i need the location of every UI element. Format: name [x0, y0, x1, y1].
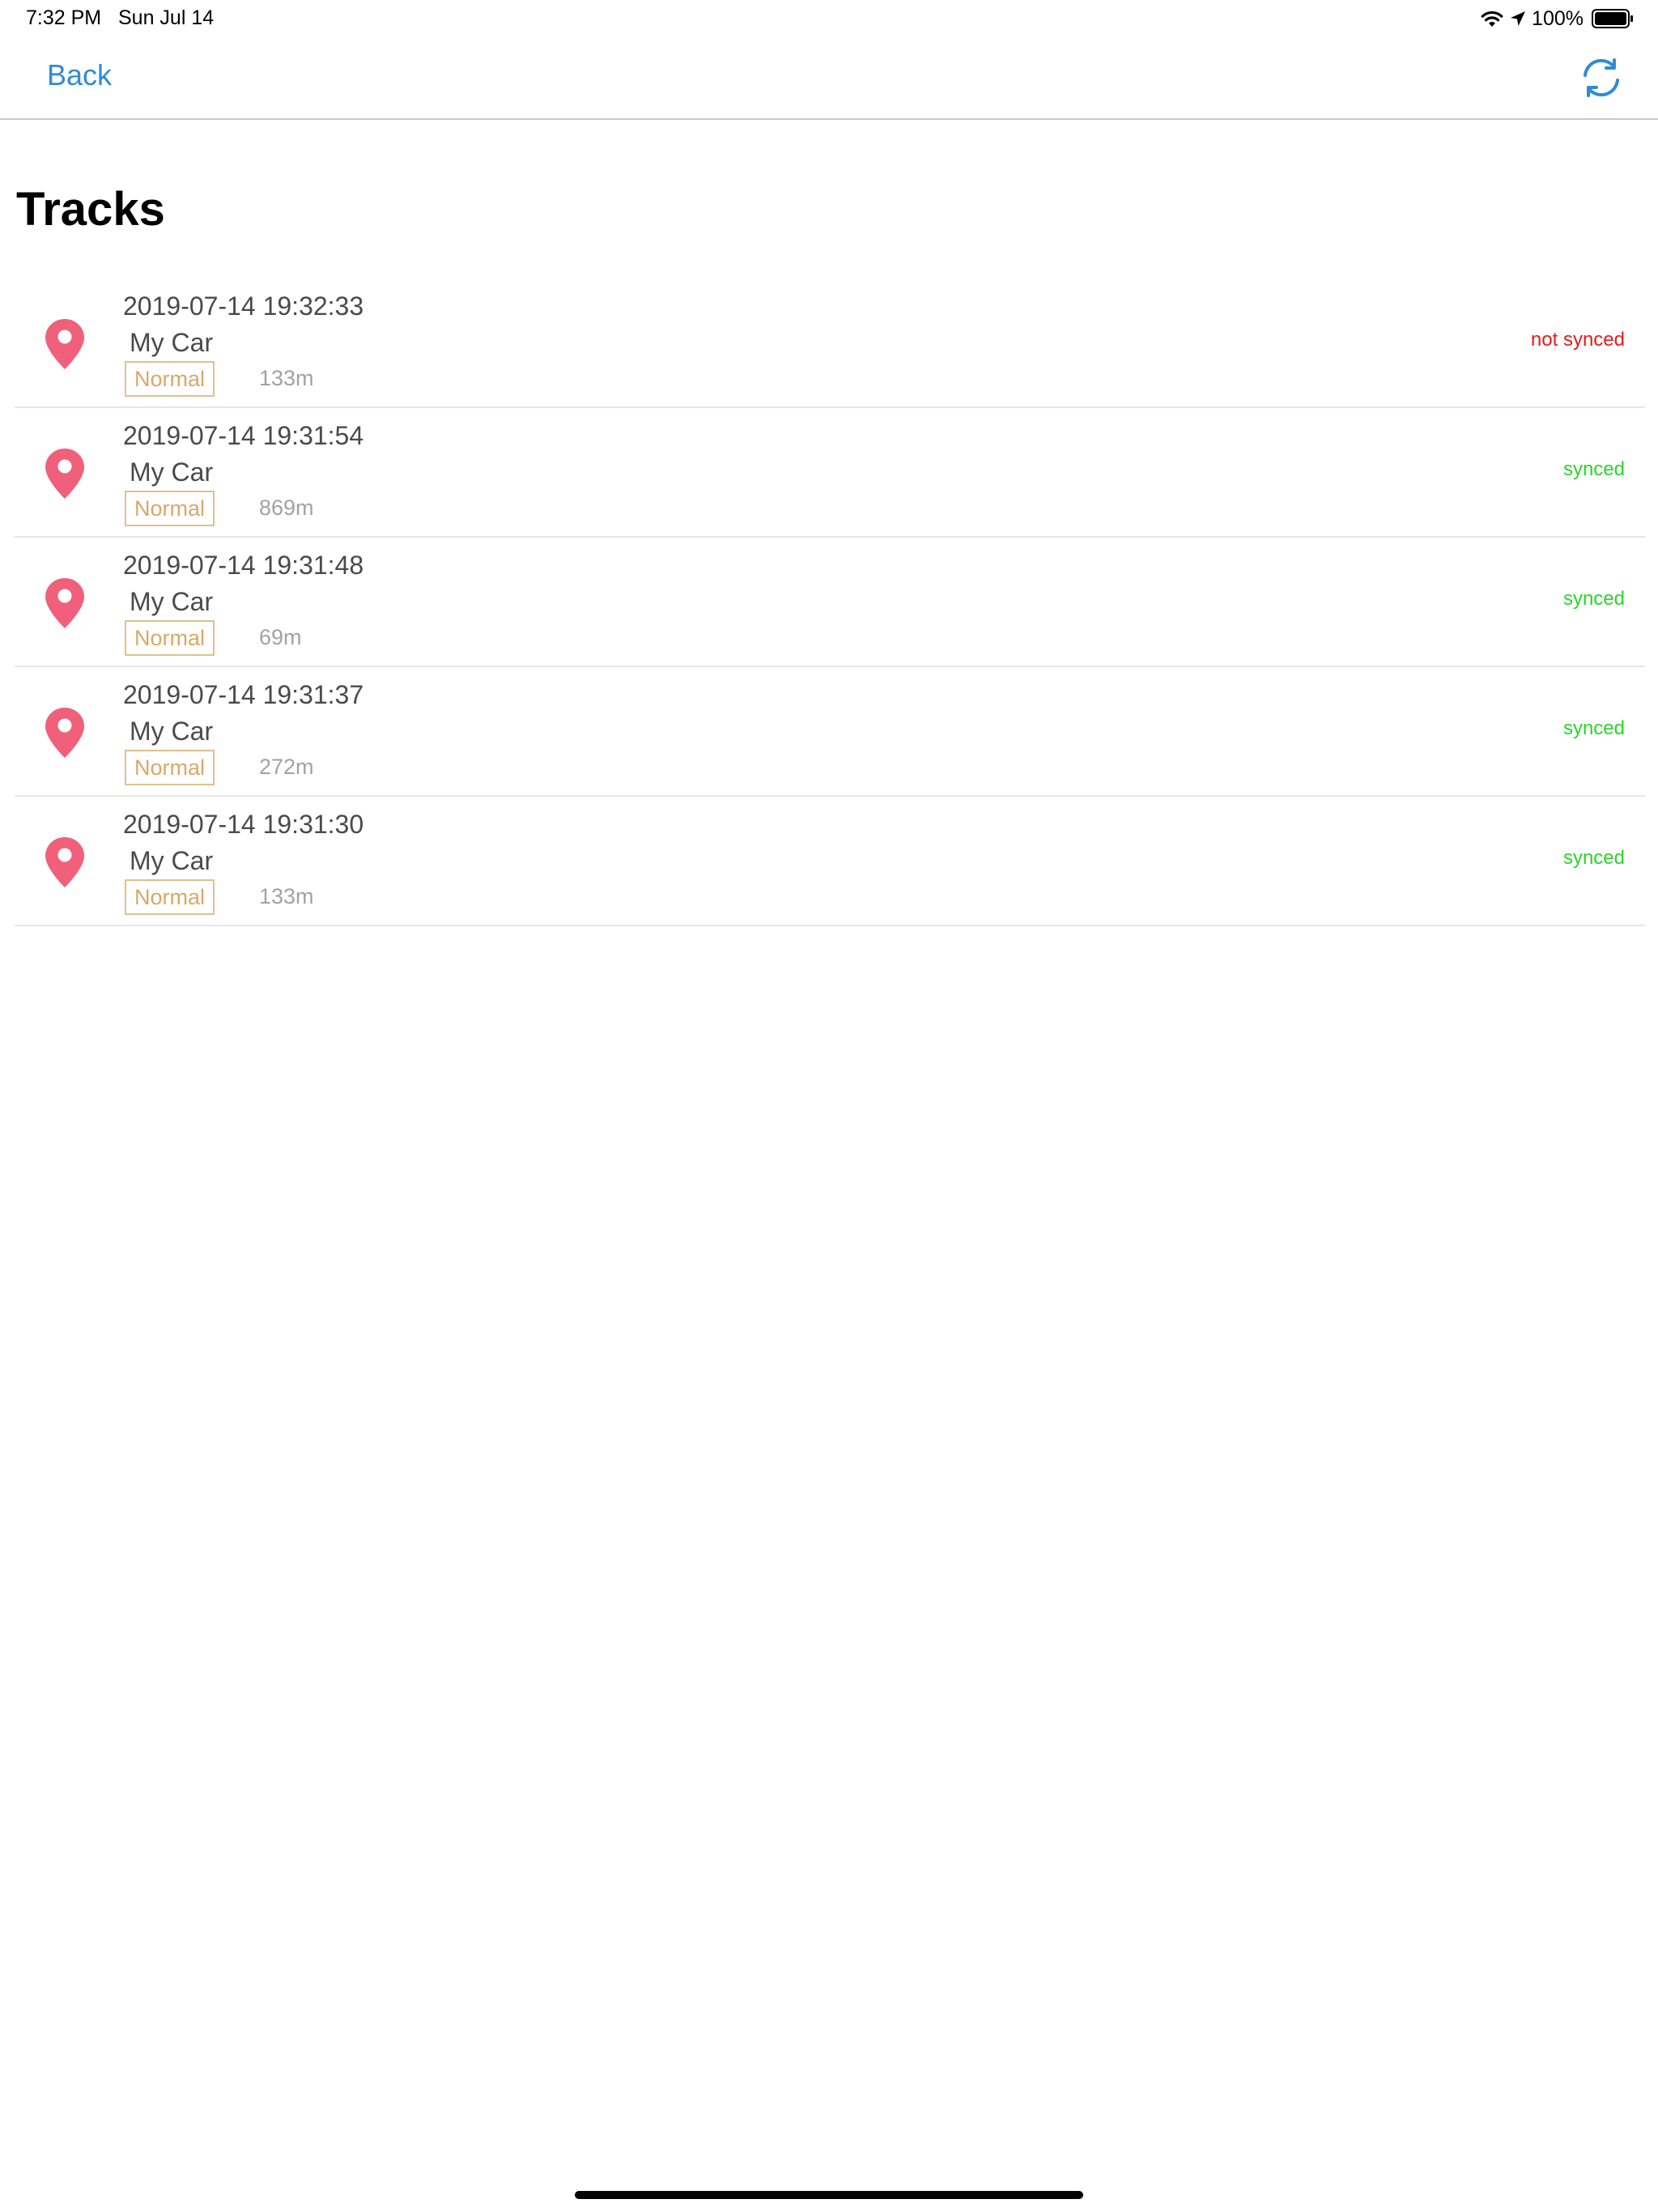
- track-vehicle-name: My Car: [130, 457, 214, 487]
- page-title: Tracks: [16, 183, 165, 236]
- track-vehicle-name: My Car: [130, 587, 214, 616]
- track-row[interactable]: 2019-07-14 19:31:54 My Car Normal 869m s…: [15, 408, 1645, 538]
- track-time: 2019-07-14 19:32:33: [123, 291, 364, 321]
- track-time: 2019-07-14 19:31:37: [123, 680, 364, 709]
- track-type-badge: Normal: [125, 361, 215, 397]
- track-vehicle-name: My Car: [130, 328, 214, 357]
- sync-status: synced: [1562, 588, 1625, 610]
- battery-percentage: 100%: [1532, 6, 1584, 30]
- track-type-badge: Normal: [125, 491, 215, 526]
- status-bar: 7:32 PM Sun Jul 14 100%: [0, 0, 1658, 39]
- sync-status: synced: [1562, 847, 1625, 869]
- refresh-icon: [1584, 58, 1619, 97]
- sync-status: synced: [1562, 458, 1625, 480]
- sync-status: not synced: [1530, 329, 1625, 351]
- sync-status: synced: [1562, 717, 1625, 739]
- track-distance: 869m: [259, 496, 314, 520]
- track-time: 2019-07-14 19:31:30: [123, 810, 364, 839]
- location-pin-icon: [45, 578, 84, 628]
- track-distance: 69m: [259, 625, 302, 649]
- location-pin-icon: [45, 449, 84, 499]
- wifi-icon: [1481, 11, 1503, 27]
- refresh-button[interactable]: [1577, 53, 1626, 102]
- track-type-badge: Normal: [125, 750, 215, 785]
- track-time: 2019-07-14 19:31:48: [123, 551, 364, 580]
- track-type-badge: Normal: [125, 879, 215, 915]
- track-vehicle-name: My Car: [130, 846, 214, 875]
- status-date: Sun Jul 14: [118, 6, 215, 29]
- track-type-badge: Normal: [125, 620, 215, 656]
- back-button[interactable]: Back: [47, 58, 112, 92]
- location-pin-icon: [45, 837, 84, 887]
- location-pin-icon: [45, 319, 84, 369]
- track-distance: 133m: [259, 366, 314, 390]
- status-indicators: 100%: [1480, 5, 1634, 32]
- track-row[interactable]: 2019-07-14 19:32:33 My Car Normal 133m n…: [15, 279, 1645, 408]
- track-time: 2019-07-14 19:31:54: [123, 421, 364, 450]
- track-row[interactable]: 2019-07-14 19:31:37 My Car Normal 272m s…: [15, 667, 1645, 797]
- location-pin-icon: [45, 708, 84, 758]
- track-list: 2019-07-14 19:32:33 My Car Normal 133m n…: [15, 279, 1645, 926]
- track-row[interactable]: 2019-07-14 19:31:48 My Car Normal 69m sy…: [15, 538, 1645, 667]
- battery-icon: [1592, 9, 1633, 28]
- status-time: 7:32 PM: [26, 6, 102, 29]
- track-distance: 133m: [259, 884, 314, 908]
- track-vehicle-name: My Car: [130, 717, 214, 746]
- navigation-bar: Back: [0, 39, 1658, 120]
- track-row[interactable]: 2019-07-14 19:31:30 My Car Normal 133m s…: [15, 797, 1645, 926]
- home-indicator: [575, 2191, 1083, 2199]
- location-arrow-icon: [1511, 11, 1526, 26]
- track-distance: 272m: [259, 755, 314, 779]
